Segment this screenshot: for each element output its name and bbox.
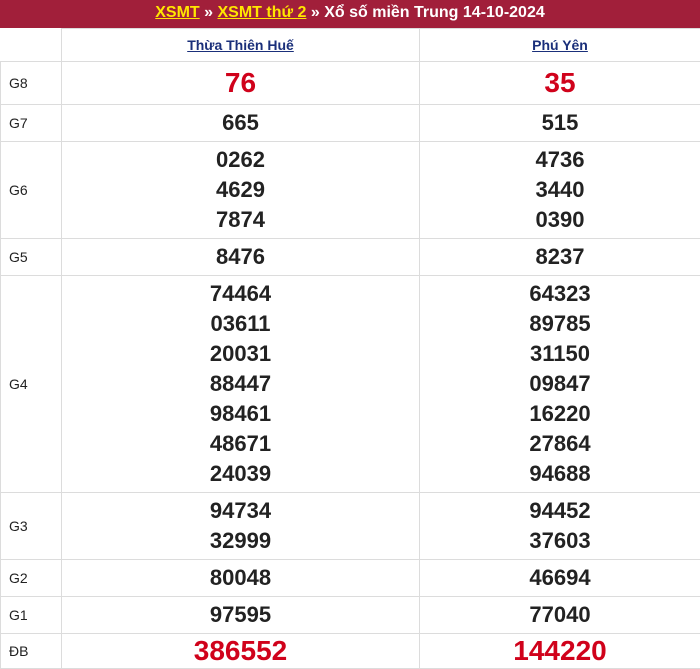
lottery-number: 0262 bbox=[62, 145, 419, 175]
lottery-number: 89785 bbox=[420, 309, 700, 339]
lottery-number: 4736 bbox=[420, 145, 700, 175]
prize-numbers-cell: 46694 bbox=[420, 560, 700, 597]
prize-label: G1 bbox=[1, 597, 62, 634]
prize-numbers-cell: 77040 bbox=[420, 597, 700, 634]
prize-numbers-cell: 386552 bbox=[62, 634, 420, 669]
prize-row: G474464036112003188447984614867124039643… bbox=[1, 276, 700, 493]
prize-label: G6 bbox=[1, 142, 62, 239]
lottery-number: 665 bbox=[62, 108, 419, 138]
lottery-number: 03611 bbox=[62, 309, 419, 339]
province-phu-yen-link[interactable]: Phú Yên bbox=[420, 29, 700, 62]
lottery-number: 74464 bbox=[62, 279, 419, 309]
lottery-number: 97595 bbox=[62, 600, 419, 630]
prize-label: G7 bbox=[1, 105, 62, 142]
lottery-number: 48671 bbox=[62, 429, 419, 459]
prize-numbers-cell: 80048 bbox=[62, 560, 420, 597]
lottery-number: 3440 bbox=[420, 175, 700, 205]
prize-row: ĐB386552144220 bbox=[1, 634, 700, 669]
lottery-number: 35 bbox=[420, 68, 700, 98]
prize-label: ĐB bbox=[1, 634, 62, 669]
prize-numbers-cell: 515 bbox=[420, 105, 700, 142]
lottery-number: 09847 bbox=[420, 369, 700, 399]
lottery-number: 31150 bbox=[420, 339, 700, 369]
prize-numbers-cell: 8476 bbox=[62, 239, 420, 276]
prize-label: G3 bbox=[1, 493, 62, 560]
prize-row: G7665515 bbox=[1, 105, 700, 142]
province-thua-thien-hue-link[interactable]: Thừa Thiên Huế bbox=[62, 29, 420, 62]
lottery-number: 94452 bbox=[420, 496, 700, 526]
prize-numbers-cell: 64323897853115009847162202786494688 bbox=[420, 276, 700, 493]
lottery-number: 94734 bbox=[62, 496, 419, 526]
prize-label: G5 bbox=[1, 239, 62, 276]
prize-row: G584768237 bbox=[1, 239, 700, 276]
results-header: XSMT » XSMT thứ 2 » Xổ số miền Trung 14-… bbox=[0, 0, 700, 28]
lottery-number: 27864 bbox=[420, 429, 700, 459]
lottery-number: 32999 bbox=[62, 526, 419, 556]
lottery-number: 77040 bbox=[420, 600, 700, 630]
prize-numbers-cell: 8237 bbox=[420, 239, 700, 276]
xsmt-thu2-link[interactable]: XSMT thứ 2 bbox=[218, 4, 307, 21]
lottery-number: 7874 bbox=[62, 205, 419, 235]
lottery-number: 37603 bbox=[420, 526, 700, 556]
breadcrumb-separator: » bbox=[306, 4, 324, 21]
prize-numbers-cell: 473634400390 bbox=[420, 142, 700, 239]
lottery-number: 386552 bbox=[62, 636, 419, 666]
province-header-row: Thừa Thiên Huế Phú Yên bbox=[1, 29, 700, 62]
lottery-number: 24039 bbox=[62, 459, 419, 489]
lottery-number: 20031 bbox=[62, 339, 419, 369]
prize-numbers-cell: 9445237603 bbox=[420, 493, 700, 560]
prize-numbers-cell: 665 bbox=[62, 105, 420, 142]
prize-numbers-cell: 9473432999 bbox=[62, 493, 420, 560]
lottery-number: 88447 bbox=[62, 369, 419, 399]
lottery-number: 98461 bbox=[62, 399, 419, 429]
lottery-number: 0390 bbox=[420, 205, 700, 235]
lottery-number: 144220 bbox=[420, 636, 700, 666]
prize-numbers-cell: 74464036112003188447984614867124039 bbox=[62, 276, 420, 493]
prize-label: G2 bbox=[1, 560, 62, 597]
prize-row: G28004846694 bbox=[1, 560, 700, 597]
xsmt-link[interactable]: XSMT bbox=[155, 4, 199, 21]
prize-rows: G87635G7665515G6026246297874473634400390… bbox=[1, 62, 700, 669]
lottery-number: 515 bbox=[420, 108, 700, 138]
prize-numbers-cell: 144220 bbox=[420, 634, 700, 669]
prize-row: G6026246297874473634400390 bbox=[1, 142, 700, 239]
breadcrumb-separator: » bbox=[200, 4, 218, 21]
prize-numbers-cell: 026246297874 bbox=[62, 142, 420, 239]
lottery-number: 8237 bbox=[420, 242, 700, 272]
prize-column-header bbox=[1, 29, 62, 62]
prize-numbers-cell: 76 bbox=[62, 62, 420, 105]
lottery-number: 16220 bbox=[420, 399, 700, 429]
prize-numbers-cell: 97595 bbox=[62, 597, 420, 634]
prize-row: G87635 bbox=[1, 62, 700, 105]
lottery-number: 80048 bbox=[62, 563, 419, 593]
prize-label: G4 bbox=[1, 276, 62, 493]
results-table: Thừa Thiên Huế Phú Yên G87635G7665515G60… bbox=[0, 28, 700, 669]
page-title: Xổ số miền Trung 14-10-2024 bbox=[324, 4, 545, 21]
prize-label: G8 bbox=[1, 62, 62, 105]
lottery-number: 76 bbox=[62, 68, 419, 98]
lottery-number: 46694 bbox=[420, 563, 700, 593]
lottery-number: 4629 bbox=[62, 175, 419, 205]
lottery-number: 8476 bbox=[62, 242, 419, 272]
prize-row: G19759577040 bbox=[1, 597, 700, 634]
lottery-number: 64323 bbox=[420, 279, 700, 309]
prize-numbers-cell: 35 bbox=[420, 62, 700, 105]
prize-row: G394734329999445237603 bbox=[1, 493, 700, 560]
lottery-number: 94688 bbox=[420, 459, 700, 489]
